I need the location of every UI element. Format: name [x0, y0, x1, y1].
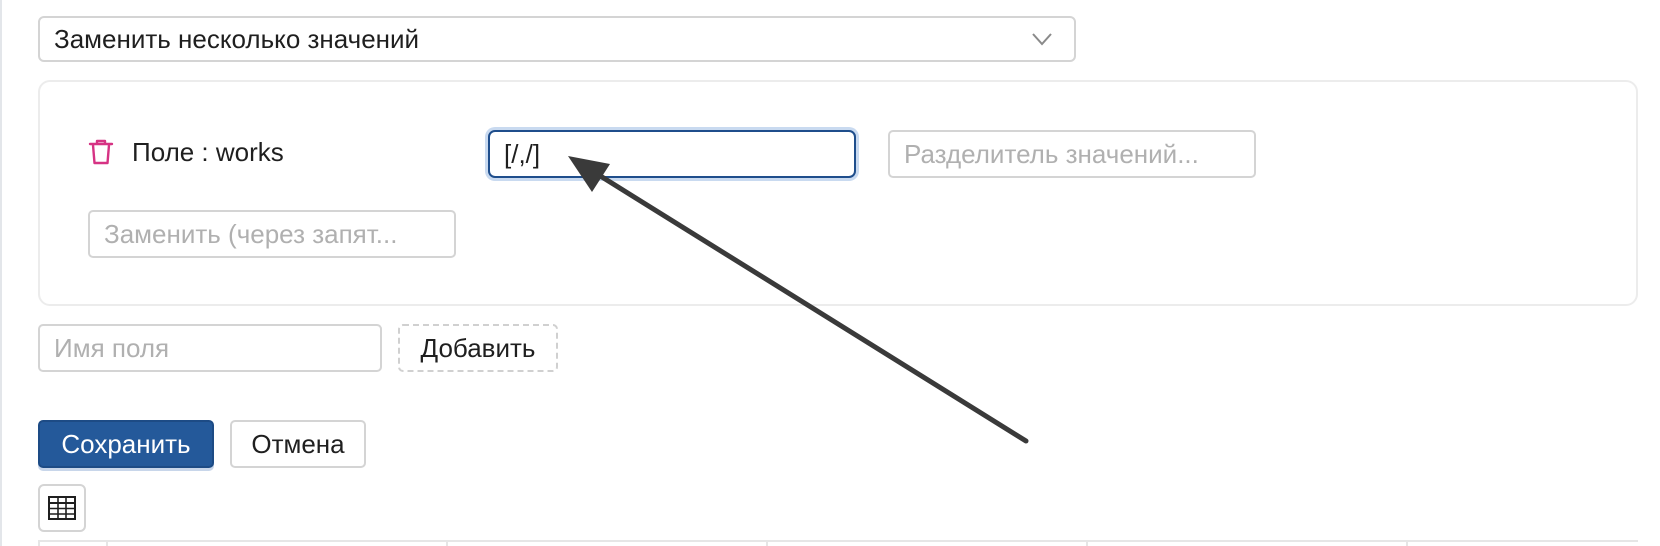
table-column-divider [38, 542, 40, 546]
field-label: Поле : works [132, 137, 284, 167]
save-button[interactable]: Сохранить [38, 420, 214, 468]
operation-select-value: Заменить несколько значений [54, 23, 420, 54]
table-column-divider [106, 542, 108, 546]
table-column-divider [766, 542, 768, 546]
field-name-input[interactable] [38, 324, 382, 372]
data-table-header [38, 540, 1638, 546]
trash-icon[interactable] [88, 138, 114, 166]
replace-input[interactable] [88, 210, 456, 258]
table-column-divider [446, 542, 448, 546]
page: Заменить несколько значений Поле : works… [0, 0, 1660, 546]
table-column-divider [1086, 542, 1088, 546]
table-view-button[interactable] [38, 484, 86, 532]
separator-input[interactable] [888, 130, 1256, 178]
add-field-button[interactable]: Добавить [398, 324, 558, 372]
operation-select[interactable]: Заменить несколько значений [38, 16, 1076, 62]
chevron-down-icon [1032, 33, 1052, 46]
table-column-divider [1406, 542, 1408, 546]
cancel-button[interactable]: Отмена [230, 420, 366, 468]
table-icon [48, 496, 76, 520]
rule-card [38, 80, 1638, 306]
regex-input[interactable] [488, 130, 856, 178]
